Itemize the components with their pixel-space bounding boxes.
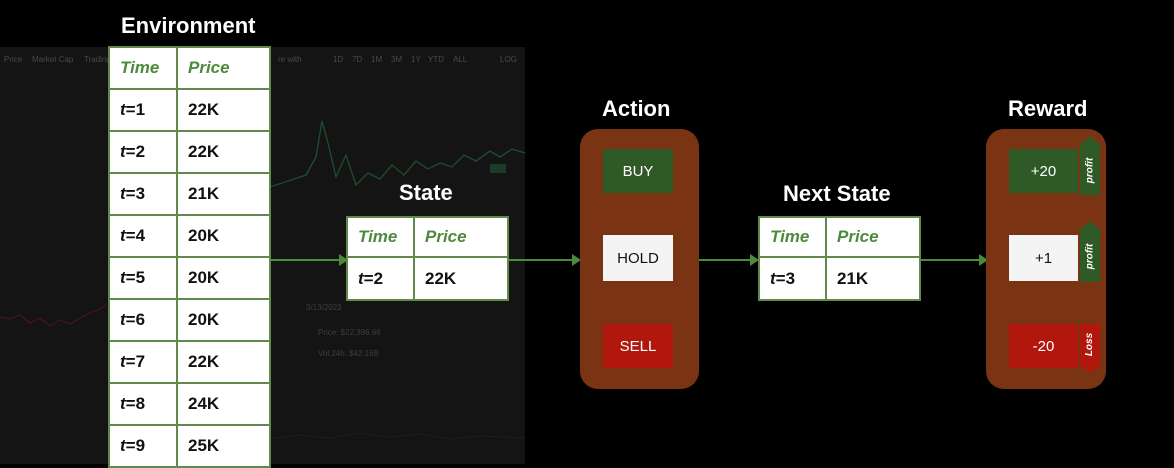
environment-time-value: =2 (125, 142, 146, 161)
buy-action: BUY (603, 149, 673, 193)
reward-buy-value: +20 (1009, 149, 1078, 193)
reward-panel: +20 profit +1 profit -20 Loss (986, 129, 1106, 389)
profit-arrow-icon: profit (1078, 221, 1102, 282)
environment-row: t=4 20K (108, 214, 271, 258)
reward-sell-value: -20 (1009, 324, 1078, 368)
reward-title: Reward (1008, 96, 1088, 121)
environment-row: t=2 22K (108, 130, 271, 174)
reward-hold-value: +1 (1009, 235, 1078, 281)
environment-time-value: =3 (125, 184, 146, 203)
environment-time-value: =1 (125, 100, 146, 119)
arrow-next-state-to-reward (921, 254, 988, 266)
environment-time-cell: t=9 (108, 424, 178, 468)
environment-price-cell: 20K (176, 256, 271, 300)
action-panel: BUY HOLD SELL (580, 129, 699, 389)
next-state-row: t=3 21K (758, 256, 921, 301)
environment-time-cell: t=3 (108, 172, 178, 216)
sell-action: SELL (603, 324, 673, 368)
environment-time-value: =5 (125, 268, 146, 287)
environment-title: Environment (121, 13, 256, 38)
environment-time-cell: t=5 (108, 256, 178, 300)
environment-time-value: =8 (125, 394, 146, 413)
next-state-time-cell: t=3 (758, 256, 827, 301)
state-time-value: =2 (363, 268, 384, 288)
arrow-action-to-next-state (699, 254, 759, 266)
time-column-header: Time (108, 46, 178, 90)
environment-row: t=3 21K (108, 172, 271, 216)
environment-time-cell: t=4 (108, 214, 178, 258)
action-title: Action (602, 96, 671, 121)
environment-header-row: Time Price (108, 46, 271, 90)
environment-table: Time Price t=1 22K t=2 22K t=3 21K t=4 20K t=5 20… (108, 46, 271, 468)
arrow-environment-to-state (271, 254, 348, 266)
environment-row: t=1 22K (108, 88, 271, 132)
environment-time-value: =6 (125, 310, 146, 329)
environment-time-cell: t=6 (108, 298, 178, 342)
next-state-time-header: Time (758, 216, 827, 258)
profit-arrow-icon: profit (1078, 136, 1102, 195)
next-state-price-cell: 21K (825, 256, 921, 301)
environment-price-cell: 20K (176, 298, 271, 342)
next-state-price-header: Price (825, 216, 921, 258)
chart-price-badge (490, 164, 506, 173)
environment-time-cell: t=8 (108, 382, 178, 426)
next-state-header-row: Time Price (758, 216, 921, 258)
state-table: Time Price t=2 22K (346, 216, 509, 301)
environment-time-cell: t=1 (108, 88, 178, 132)
next-state-title: Next State (783, 181, 891, 206)
hold-action: HOLD (603, 235, 673, 281)
chart-volume-label: Vol 24h: $42.16B (318, 349, 379, 358)
environment-row: t=9 25K (108, 424, 271, 468)
environment-row: t=7 22K (108, 340, 271, 384)
state-time-header: Time (346, 216, 415, 258)
arrow-state-to-action (509, 254, 581, 266)
state-time-cell: t=2 (346, 256, 415, 301)
state-price-header: Price (413, 216, 509, 258)
environment-time-cell: t=7 (108, 340, 178, 384)
environment-time-cell: t=2 (108, 130, 178, 174)
state-row: t=2 22K (346, 256, 509, 301)
environment-row: t=8 24K (108, 382, 271, 426)
reward-hold-tag: profit (1084, 243, 1096, 269)
state-header-row: Time Price (346, 216, 509, 258)
price-column-header: Price (176, 46, 271, 90)
environment-price-cell: 22K (176, 340, 271, 384)
environment-row: t=6 20K (108, 298, 271, 342)
environment-price-cell: 25K (176, 424, 271, 468)
environment-time-value: =7 (125, 352, 146, 371)
environment-time-value: =4 (125, 226, 146, 245)
state-price-cell: 22K (413, 256, 509, 301)
environment-price-cell: 22K (176, 88, 271, 132)
environment-row: t=5 20K (108, 256, 271, 300)
reward-sell-tag: Loss (1084, 332, 1096, 356)
chart-price-label: Price: $22,386.66 (318, 328, 381, 337)
next-state-table: Time Price t=3 21K (758, 216, 921, 301)
environment-price-cell: 22K (176, 130, 271, 174)
reward-buy-tag: profit (1084, 157, 1096, 183)
environment-price-cell: 20K (176, 214, 271, 258)
chart-date-label: 3/13/2023 (306, 303, 342, 312)
environment-price-cell: 24K (176, 382, 271, 426)
loss-arrow-icon: Loss (1078, 324, 1102, 373)
environment-price-cell: 21K (176, 172, 271, 216)
next-state-time-value: =3 (775, 268, 796, 288)
state-title: State (399, 180, 453, 205)
environment-time-value: =9 (125, 436, 146, 455)
